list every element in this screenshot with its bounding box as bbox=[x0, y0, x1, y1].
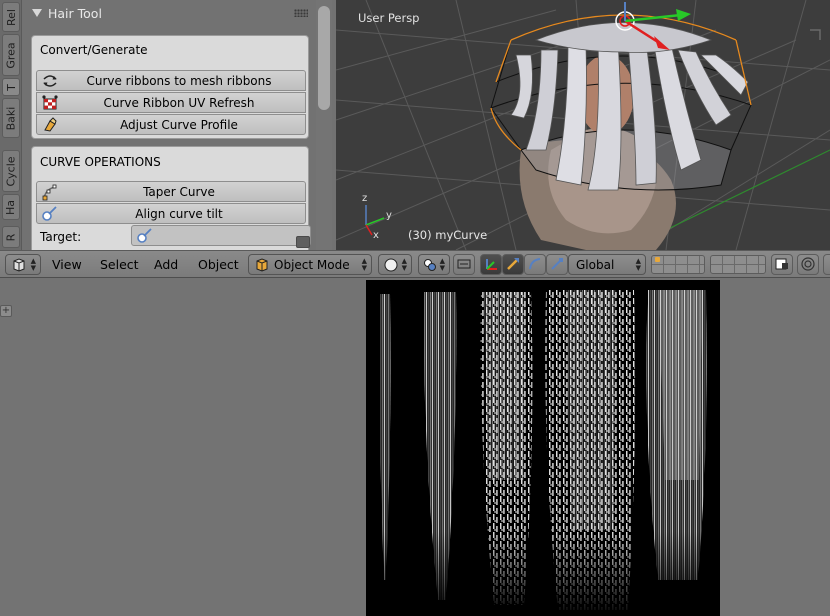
hair-tool-panel: Hair Tool Convert/Generate Curve ribbons… bbox=[22, 0, 318, 250]
orientation-label: Global bbox=[576, 258, 615, 272]
tab-r[interactable]: R bbox=[2, 226, 20, 248]
viewport-header: ▲ ▼ View Select Add Object Object Mode ▲ ▼… bbox=[0, 250, 830, 278]
curve-operations-box: CURVE OPERATIONS Taper Curve Align curve… bbox=[31, 146, 311, 250]
collapse-triangle-icon[interactable] bbox=[32, 9, 42, 17]
menu-select[interactable]: Select bbox=[100, 257, 139, 272]
brush-icon bbox=[44, 117, 57, 132]
viewport-shading-select[interactable]: ▲ ▼ bbox=[378, 254, 412, 275]
viewport-scene: z y x bbox=[336, 0, 830, 250]
align-curve-tilt-button[interactable]: Align curve tilt bbox=[36, 203, 306, 224]
active-layer-dot-icon bbox=[655, 257, 660, 262]
scale-handle-icon bbox=[551, 258, 563, 270]
proportional-edit-button[interactable] bbox=[453, 254, 475, 275]
menu-add[interactable]: Add bbox=[154, 257, 178, 272]
active-object-label: (30) myCurve bbox=[408, 228, 488, 242]
pivot-point-select[interactable]: ▲ ▼ bbox=[418, 254, 450, 275]
drag-grip-icon[interactable] bbox=[294, 9, 308, 17]
hair-texture-image bbox=[366, 280, 720, 616]
hair-strands-texture bbox=[379, 290, 707, 610]
updown-arrows-icon: ▲ ▼ bbox=[635, 257, 641, 272]
panel-resize-handle[interactable] bbox=[296, 236, 310, 248]
mode-select[interactable]: Object Mode ▲ ▼ bbox=[248, 254, 372, 275]
lock-camera-button[interactable] bbox=[771, 254, 793, 275]
taper-curve-button[interactable]: Taper Curve bbox=[36, 181, 306, 202]
viewport-corner-icon bbox=[810, 29, 821, 40]
menu-object[interactable]: Object bbox=[198, 257, 239, 272]
header-overflow-button[interactable] bbox=[823, 254, 830, 275]
axis-y-label: y bbox=[386, 210, 392, 221]
target-label: Target: bbox=[40, 230, 82, 244]
target-object-field[interactable] bbox=[131, 225, 311, 246]
render-circle-icon bbox=[801, 257, 815, 271]
axis-x-label: x bbox=[373, 230, 379, 241]
layer-lock-icon bbox=[775, 258, 788, 270]
axis-z-label: z bbox=[362, 193, 367, 204]
render-preview-button[interactable] bbox=[797, 254, 819, 275]
curve-ribbon-uv-refresh-button[interactable]: Curve Ribbon UV Refresh bbox=[36, 92, 306, 113]
tab-tools[interactable]: T bbox=[2, 78, 20, 96]
solid-shading-icon bbox=[384, 258, 398, 272]
tab-grease[interactable]: Grea bbox=[2, 34, 20, 76]
tool-shelf-tabs: Rel Grea T Baki Cycle Ha R bbox=[0, 0, 22, 250]
updown-arrows-icon: ▲ ▼ bbox=[361, 257, 367, 272]
tool-shelf: Rel Grea T Baki Cycle Ha R Hair Tool Con… bbox=[0, 0, 336, 250]
rotate-manipulator-button[interactable] bbox=[524, 254, 546, 275]
layer-buttons-left[interactable] bbox=[651, 255, 705, 274]
pivot-point-icon bbox=[424, 259, 436, 271]
tab-cycles[interactable]: Cycle bbox=[2, 150, 20, 192]
manipulator-toggle-button[interactable] bbox=[480, 254, 502, 275]
manipulator-axes-icon bbox=[486, 259, 497, 270]
link-arrows-icon bbox=[457, 259, 471, 269]
3d-viewport[interactable]: z y x User Persp (30) myCurve bbox=[336, 0, 830, 250]
region-expand-icon[interactable]: + bbox=[0, 305, 12, 317]
tab-hair[interactable]: Ha bbox=[2, 194, 20, 220]
convert-generate-title: Convert/Generate bbox=[40, 43, 148, 57]
updown-arrows-icon: ▲ ▼ bbox=[439, 257, 445, 272]
transform-orientation-select[interactable]: Global ▲ ▼ bbox=[568, 254, 646, 275]
translate-arrow-icon bbox=[507, 258, 519, 270]
uv-checker-icon bbox=[42, 95, 58, 110]
tab-relations[interactable]: Rel bbox=[2, 2, 20, 32]
layer-buttons-right[interactable] bbox=[710, 255, 766, 274]
tab-baking[interactable]: Baki bbox=[2, 98, 20, 138]
cube-editor-icon bbox=[13, 258, 25, 272]
editor-type-select[interactable]: ▲ ▼ bbox=[5, 254, 41, 275]
adjust-curve-profile-button[interactable]: Adjust Curve Profile bbox=[36, 114, 306, 135]
curve-object-icon bbox=[137, 228, 152, 243]
convert-arrows-icon bbox=[43, 75, 57, 87]
object-mode-cube-icon bbox=[256, 258, 268, 272]
convert-generate-box: Convert/Generate Curve ribbons to mesh r… bbox=[31, 35, 309, 139]
view-perspective-label: User Persp bbox=[358, 11, 420, 25]
taper-curve-icon bbox=[42, 184, 57, 201]
tool-shelf-scrollbar[interactable] bbox=[318, 6, 330, 110]
updown-arrows-icon: ▲ ▼ bbox=[30, 257, 36, 272]
mode-select-label: Object Mode bbox=[274, 258, 350, 272]
hair-tool-title: Hair Tool bbox=[48, 5, 102, 21]
translate-manipulator-button[interactable] bbox=[502, 254, 524, 275]
curve-operations-title: CURVE OPERATIONS bbox=[40, 155, 161, 169]
curve-tilt-icon bbox=[42, 206, 57, 221]
blender-window: Rel Grea T Baki Cycle Ha R Hair Tool Con… bbox=[0, 0, 830, 616]
updown-arrows-icon: ▲ ▼ bbox=[401, 257, 407, 272]
curve-ribbons-to-mesh-button[interactable]: Curve ribbons to mesh ribbons bbox=[36, 70, 306, 91]
image-editor[interactable]: + bbox=[0, 278, 830, 616]
hair-tool-header[interactable]: Hair Tool bbox=[26, 0, 314, 26]
scale-manipulator-button[interactable] bbox=[546, 254, 568, 275]
menu-view[interactable]: View bbox=[52, 257, 82, 272]
rotate-arc-icon bbox=[529, 258, 541, 270]
